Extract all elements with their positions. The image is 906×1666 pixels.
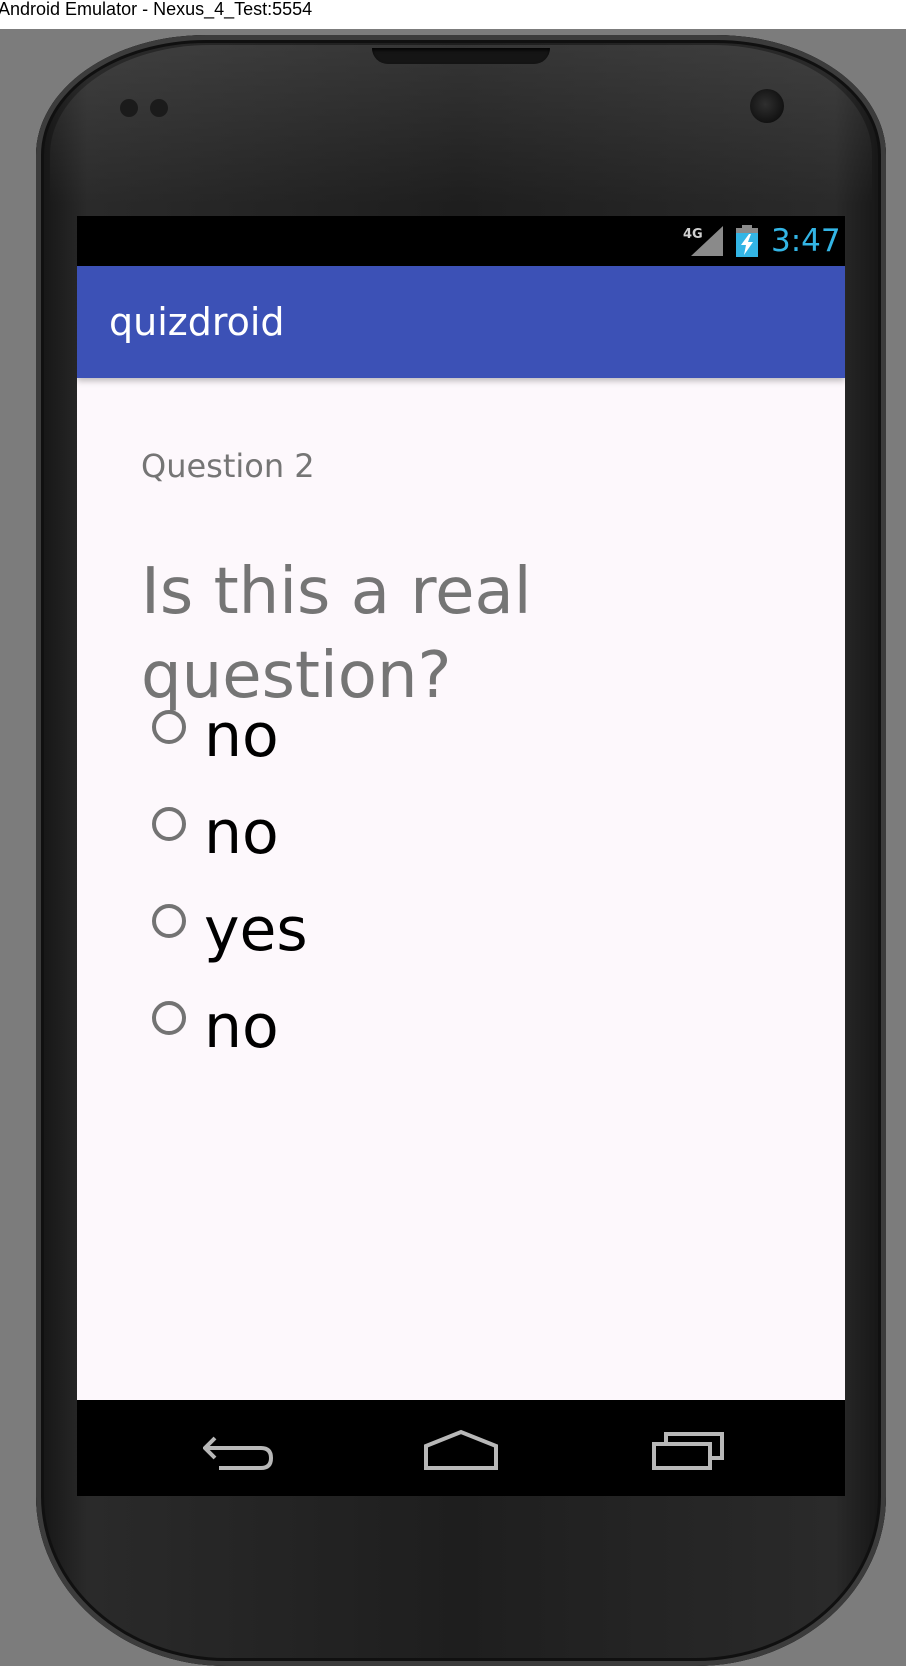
answer-radio-group: no no yes no [152, 702, 812, 1098]
radio-unchecked-icon[interactable] [152, 1001, 186, 1035]
answer-option-label[interactable]: yes [204, 896, 308, 964]
answer-option-4[interactable]: no [152, 993, 812, 1098]
app-toolbar: quizdroid [77, 266, 845, 378]
signal-4g-icon: 4G [683, 226, 723, 256]
answer-option-label[interactable]: no [204, 993, 279, 1061]
answer-option-label[interactable]: no [204, 799, 279, 867]
back-icon[interactable] [203, 1428, 275, 1472]
emulator-window-title-bar: Android Emulator - Nexus_4_Test:5554 [0, 0, 906, 29]
radio-unchecked-icon[interactable] [152, 904, 186, 938]
question-text: Is this a real question? [141, 555, 532, 713]
radio-unchecked-icon[interactable] [152, 807, 186, 841]
app-title: quizdroid [109, 300, 285, 344]
answer-option-3[interactable]: yes [152, 896, 812, 1001]
emulator-window-title: Android Emulator - Nexus_4_Test:5554 [0, 0, 313, 19]
front-camera-icon [750, 89, 784, 123]
radio-unchecked-icon[interactable] [152, 710, 186, 744]
network-type-label: 4G [683, 227, 703, 242]
battery-charging-icon [736, 225, 758, 257]
answer-option-label[interactable]: no [204, 702, 279, 770]
status-clock: 3:47 [771, 223, 841, 259]
answer-option-1[interactable]: no [152, 702, 812, 807]
answer-option-2[interactable]: no [152, 799, 812, 904]
navigation-bar [77, 1400, 845, 1496]
home-icon[interactable] [423, 1428, 499, 1472]
question-number: Question 2 [141, 447, 315, 485]
phone-top-sheen [50, 45, 872, 205]
status-bar: 4G 3:47 [77, 216, 845, 266]
earpiece-speaker [372, 48, 550, 64]
proximity-sensors [120, 99, 180, 117]
recents-icon[interactable] [652, 1428, 724, 1472]
device-screen: 4G 3:47 quizdroid Question 2 Is this a r… [77, 216, 845, 1496]
